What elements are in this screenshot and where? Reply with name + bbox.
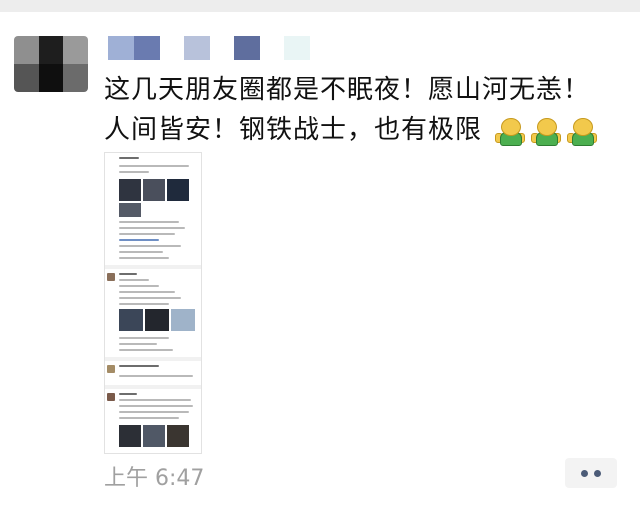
post-timestamp: 上午 6:47 (104, 466, 205, 491)
post-line-1: 这几天朋友圈都是不眠夜！愿山河无恙！ (104, 75, 591, 105)
post-line-2-text: 人间皆安！钢铁战士，也有极限 (104, 115, 483, 145)
name-blur-block (184, 36, 210, 60)
avatar-pixel (14, 36, 39, 64)
top-divider-bar (0, 0, 640, 12)
avatar[interactable] (14, 36, 88, 92)
avatar-pixel (63, 36, 88, 64)
name-blur-block (108, 36, 134, 60)
more-actions-button[interactable] (565, 458, 617, 488)
avatar-pixel (14, 64, 39, 92)
name-blur-block (284, 36, 310, 60)
name-blur-block (210, 36, 234, 60)
attached-screenshot-image[interactable] (104, 152, 202, 454)
avatar-pixel (63, 64, 88, 92)
post-line-2: 人间皆安！钢铁战士，也有极限 (104, 110, 624, 150)
post-text: 这几天朋友圈都是不眠夜！愿山河无恙！ 人间皆安！钢铁战士，也有极限 (104, 70, 624, 150)
more-dots-icon (594, 469, 601, 477)
emoji-row (495, 116, 598, 146)
name-blur-block (160, 36, 184, 60)
green-shirt-person-emoji-icon (531, 116, 562, 146)
name-blur-block (234, 36, 260, 60)
name-blur-block (260, 36, 284, 60)
more-dots-icon (581, 469, 588, 477)
name-blur-block (134, 36, 160, 60)
green-shirt-person-emoji-icon (567, 116, 598, 146)
username-blurred[interactable] (108, 36, 310, 60)
avatar-pixel (38, 64, 64, 92)
avatar-pixel (38, 36, 64, 64)
green-shirt-person-emoji-icon (495, 116, 526, 146)
